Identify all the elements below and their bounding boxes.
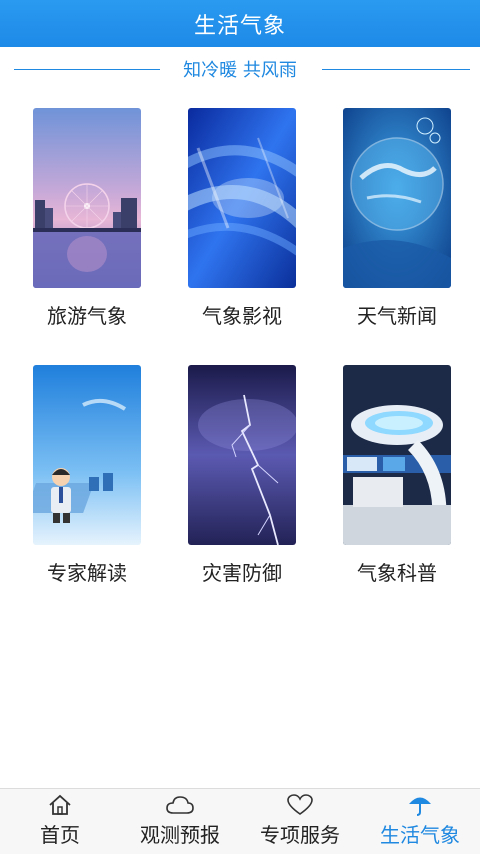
tab-label: 专项服务 <box>260 823 340 847</box>
heart-icon <box>287 794 313 815</box>
tile-label: 气象科普 <box>357 561 437 585</box>
studio-image <box>343 365 451 545</box>
tile-weather-video[interactable]: 气象影视 <box>187 108 297 329</box>
top-header: 生活气象 <box>0 0 480 47</box>
tile-label: 气象影视 <box>202 304 282 328</box>
tab-label: 生活气象 <box>380 823 460 847</box>
tile-travel-weather[interactable]: 旅游气象 <box>32 108 142 329</box>
tile-label: 灾害防御 <box>202 561 282 585</box>
tab-home[interactable]: 首页 <box>0 789 120 854</box>
tile-disaster-prevention[interactable]: 灾害防御 <box>187 365 297 586</box>
slogan-text: 知冷暖 共风雨 <box>171 56 309 82</box>
tile-label: 天气新闻 <box>357 304 437 328</box>
cloud-icon <box>166 796 194 814</box>
tab-special-service[interactable]: 专项服务 <box>240 789 360 854</box>
ferris-wheel-image <box>33 108 141 288</box>
tile-label: 专家解读 <box>47 561 127 585</box>
app-screen: 生活气象 知冷暖 共风雨 旅游气象 气象影视 天气新闻 专家解读 灾害防御 气象… <box>0 0 480 854</box>
tile-weather-news[interactable]: 天气新闻 <box>342 108 452 329</box>
slogan-divider-left <box>14 69 160 70</box>
cartoon-expert-image <box>33 365 141 545</box>
page-title: 生活气象 <box>193 13 286 39</box>
bottom-tab-bar: 首页 观测预报 专项服务 生活气象 <box>0 788 480 854</box>
glass-globe-image <box>343 108 451 288</box>
tab-life-weather[interactable]: 生活气象 <box>360 789 480 854</box>
tab-observation-forecast[interactable]: 观测预报 <box>120 789 240 854</box>
tab-label: 首页 <box>40 823 80 847</box>
abstract-swirl-image <box>188 108 296 288</box>
tile-label: 旅游气象 <box>47 304 127 328</box>
tile-expert-interpretation[interactable]: 专家解读 <box>32 365 142 586</box>
tab-label: 观测预报 <box>140 823 220 847</box>
slogan-banner: 知冷暖 共风雨 <box>0 47 480 91</box>
tile-weather-science[interactable]: 气象科普 <box>342 365 452 586</box>
slogan-divider-right <box>322 69 470 70</box>
home-icon <box>49 794 71 815</box>
lightning-image <box>188 365 296 545</box>
umbrella-icon <box>409 797 431 816</box>
